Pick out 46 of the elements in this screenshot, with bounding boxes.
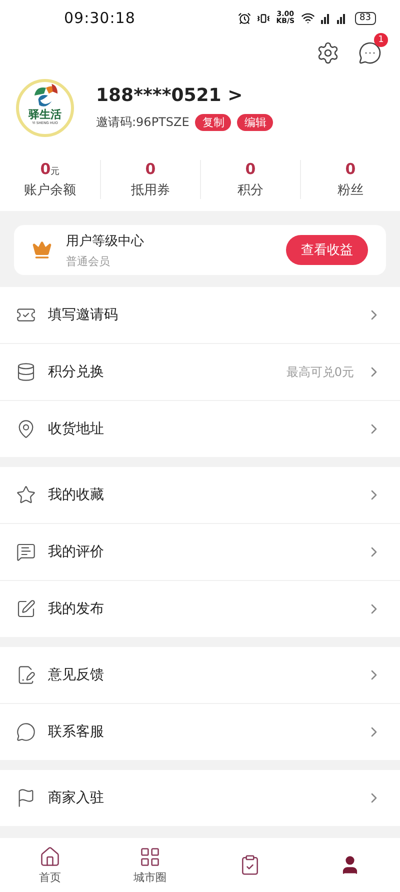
message-icon [16, 542, 36, 562]
notification-badge: 1 [374, 33, 388, 47]
grid-icon [139, 846, 161, 868]
stat-value: 0 [145, 160, 156, 178]
chat-icon [16, 722, 36, 742]
message-icon[interactable] [358, 41, 382, 65]
stat-value: 0元 [40, 160, 60, 178]
edit-button[interactable]: 编辑 [237, 114, 274, 131]
crown-icon [32, 240, 52, 260]
menu-item[interactable]: 商家入驻 [0, 770, 400, 826]
menu-item[interactable]: 收货地址 [0, 400, 400, 457]
battery-level: 83 [354, 12, 376, 24]
stat-label[interactable]: 积分 [238, 181, 264, 199]
menu-item[interactable]: 填写邀请码 [0, 287, 400, 343]
status-time: 09:30:18 [64, 9, 136, 27]
tab[interactable]: 城市圈 [100, 838, 200, 892]
stat-label[interactable]: 账户余额 [24, 181, 76, 199]
menu-item[interactable]: 积分兑换 最高可兑0元 [0, 343, 400, 400]
database-icon [16, 362, 36, 382]
document-edit-icon [16, 665, 36, 685]
settings-icon[interactable] [316, 41, 340, 65]
vibrate-icon [257, 12, 270, 24]
location-pin-icon [16, 419, 36, 439]
tab[interactable]: 首页 [0, 838, 100, 892]
menu-item[interactable]: 我的发布 [0, 580, 400, 637]
alarm-icon [238, 12, 252, 24]
invite-code: 邀请码:96PTSZE [96, 114, 190, 131]
clipboard-icon [239, 854, 261, 876]
menu-item[interactable]: 联系客服 [0, 703, 400, 760]
menu-item[interactable]: 我的评价 [0, 523, 400, 580]
stat-label[interactable]: 粉丝 [338, 181, 364, 199]
copy-button[interactable]: 复制 [195, 114, 232, 131]
edit-icon [16, 599, 36, 619]
home-icon [39, 846, 61, 868]
star-icon [16, 485, 36, 505]
flag-icon [16, 788, 36, 808]
view-earnings-button[interactable]: 查看收益 [286, 235, 368, 265]
menu-item[interactable]: 意见反馈 [0, 647, 400, 703]
level-title: 用户等级中心 [66, 232, 145, 250]
menu-item[interactable]: 我的收藏 [0, 467, 400, 523]
stat-value: 0 [245, 160, 256, 178]
wifi-icon [300, 11, 315, 25]
stat-label[interactable]: 抵用券 [131, 181, 170, 199]
stat-value: 0 [345, 160, 356, 178]
phone-number[interactable]: 188****0521 > [96, 85, 274, 106]
level-subtitle: 普通会员 [66, 254, 111, 268]
